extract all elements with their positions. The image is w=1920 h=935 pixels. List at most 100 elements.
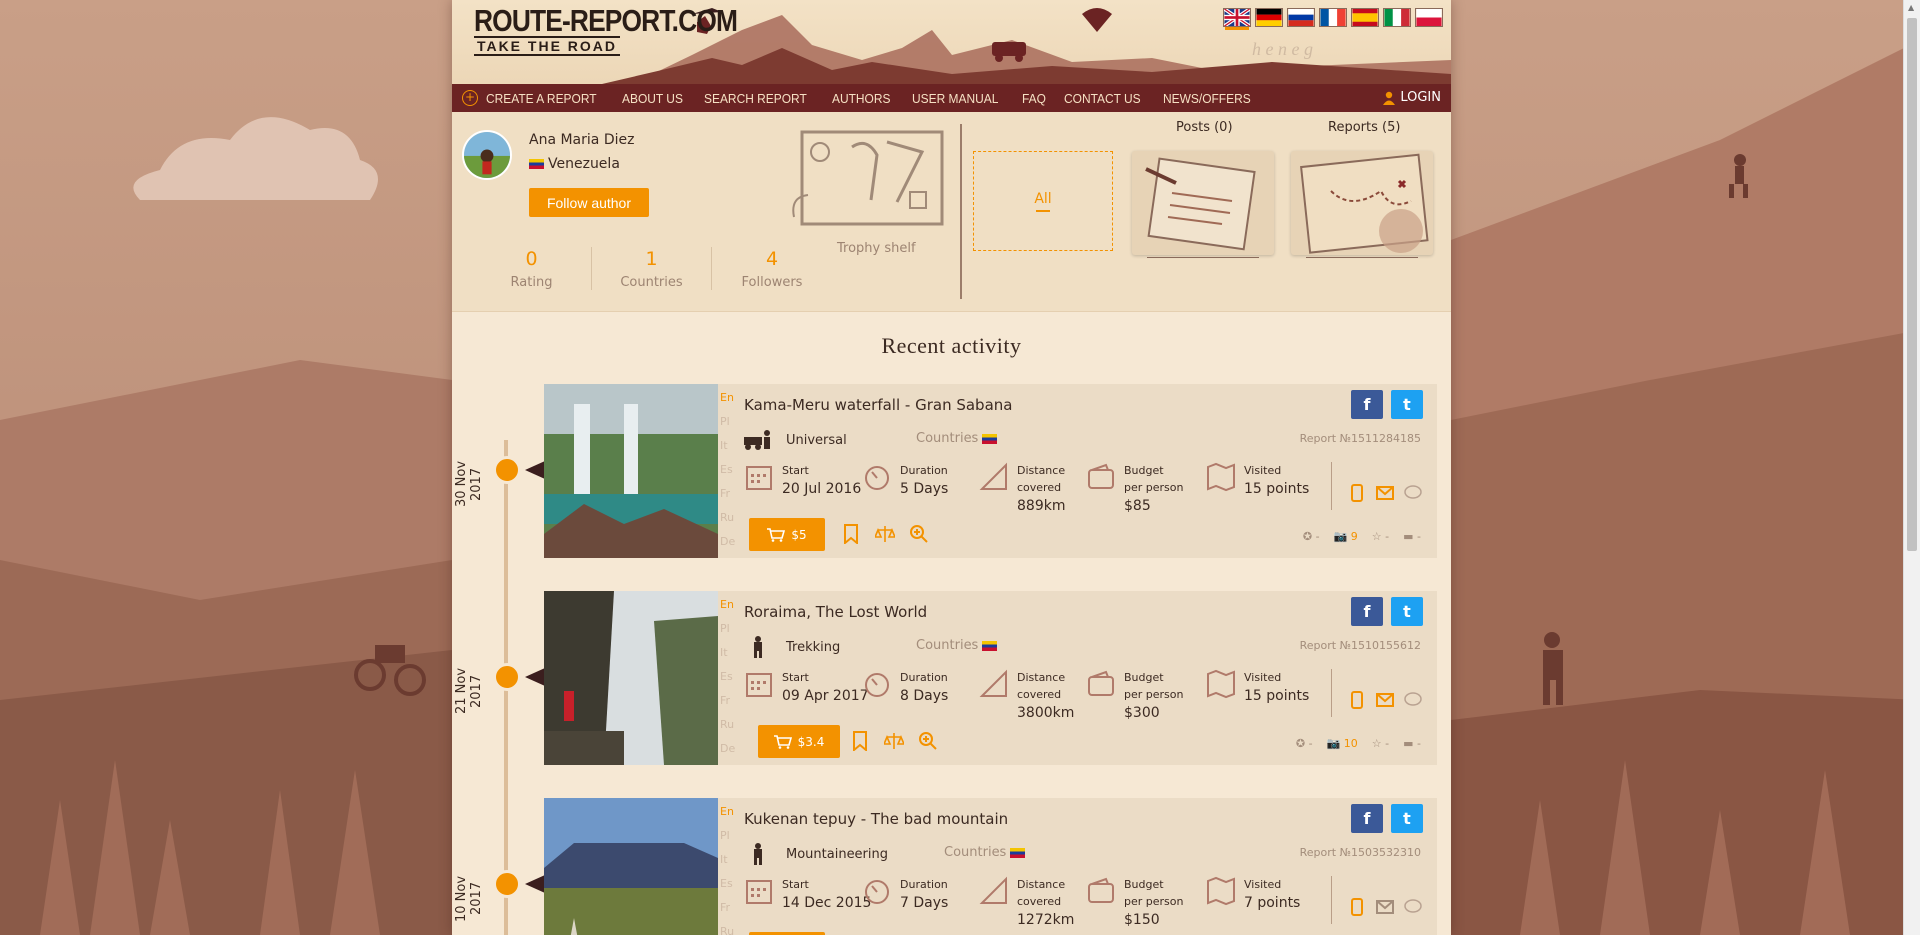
metric-label: Budget per person [1124, 671, 1184, 701]
zoom-icon[interactable] [918, 731, 938, 751]
lang-es[interactable]: Es [720, 665, 735, 689]
report-photo[interactable] [544, 591, 718, 765]
metric-label: Visited [1244, 671, 1282, 684]
mail-icon[interactable] [1376, 484, 1394, 502]
create-plus-icon[interactable]: + [462, 90, 478, 106]
metric-value: 14 Dec 2015 [782, 895, 872, 911]
tab-posts[interactable]: Posts (0) [1176, 120, 1233, 135]
compare-scales-icon[interactable] [875, 524, 895, 544]
hiker-icon [754, 843, 762, 865]
metric-value: 8 Days [900, 688, 949, 704]
facebook-share-button[interactable]: f [1351, 390, 1383, 419]
bookmark-icon[interactable] [841, 524, 861, 544]
trophy-shelf-icon[interactable] [792, 122, 962, 232]
scroll-up-icon[interactable]: ▲ [1908, 3, 1914, 12]
facebook-share-button[interactable]: f [1351, 804, 1383, 833]
lang-de[interactable]: De [720, 737, 735, 761]
site-logo[interactable]: ROUTE-REPORT.COM TAKE THE ROAD [474, 5, 784, 56]
flag-germany-icon[interactable] [1255, 8, 1283, 27]
lang-en[interactable]: En [720, 593, 735, 617]
chat-icon[interactable] [1404, 898, 1422, 916]
follow-author-button[interactable]: Follow author [529, 188, 649, 217]
phone-icon[interactable] [1348, 691, 1366, 709]
twitter-share-button[interactable]: t [1391, 390, 1423, 419]
flag-spain-icon[interactable] [1351, 8, 1379, 27]
lang-en[interactable]: En [720, 386, 735, 410]
lang-en[interactable]: En [720, 800, 734, 824]
buy-report-button[interactable]: $3.4 [758, 725, 840, 758]
lang-pl[interactable]: Pl [720, 410, 735, 434]
map-icon [1207, 462, 1235, 492]
author-avatar[interactable] [462, 130, 512, 180]
lang-ru[interactable]: Ru [720, 713, 735, 737]
nav-create-report[interactable]: CREATE A REPORT [486, 91, 597, 106]
nav-faq[interactable]: FAQ [1022, 91, 1046, 106]
stat-followers[interactable]: 4 Followers [712, 247, 832, 290]
star-counter[interactable]: ☆ - [1372, 530, 1389, 543]
report-counters: ✪ - 📷 9 ☆ - ▬ - [1303, 530, 1421, 543]
author-name: Ana Maria Diez [529, 132, 635, 148]
lang-fr[interactable]: Fr [720, 689, 735, 713]
report-card[interactable]: En Pl It Es Fr Ru De Roraima, The Lost World f… [544, 591, 1437, 765]
flag-italy-icon[interactable] [1383, 8, 1411, 27]
report-card[interactable]: En Pl It Es Fr Ru Kukenan tepuy - The bad mou… [544, 798, 1437, 935]
flag-uk-icon[interactable] [1223, 8, 1251, 27]
lang-pl[interactable]: Pl [720, 617, 735, 641]
nav-about-us[interactable]: ABOUT US [622, 91, 683, 106]
rating-counter: ✪ - [1295, 737, 1313, 750]
lang-it[interactable]: It [720, 848, 734, 872]
bookmark-icon[interactable] [850, 731, 870, 751]
login-button[interactable]: LOGIN [1382, 90, 1441, 105]
lang-it[interactable]: It [720, 641, 735, 665]
tab-all[interactable]: All [973, 151, 1113, 251]
divider [1331, 876, 1332, 924]
nav-contact-us[interactable]: CONTACT US [1064, 91, 1141, 106]
lang-es[interactable]: Es [720, 458, 735, 482]
twitter-share-button[interactable]: t [1391, 804, 1423, 833]
lang-de[interactable]: De [720, 530, 735, 554]
page-scrollbar[interactable]: ▲ [1903, 0, 1920, 935]
nav-authors[interactable]: AUTHORS [832, 91, 890, 106]
scrollbar-thumb[interactable] [1907, 18, 1917, 551]
report-title[interactable]: Roraima, The Lost World [744, 603, 927, 621]
photo-counter: 📷 9 [1333, 530, 1358, 543]
lang-es[interactable]: Es [720, 872, 734, 896]
twitter-share-button[interactable]: t [1391, 597, 1423, 626]
metric-distance: Distance covered 889km [979, 462, 1077, 516]
flag-france-icon[interactable] [1319, 8, 1347, 27]
cart-icon [773, 734, 792, 749]
lang-fr[interactable]: Fr [720, 896, 734, 920]
flag-russia-icon[interactable] [1287, 8, 1315, 27]
star-counter[interactable]: ☆ - [1372, 737, 1389, 750]
nav-news-offers[interactable]: NEWS/OFFERS [1163, 91, 1251, 106]
chat-icon[interactable] [1404, 691, 1422, 709]
tab-reports[interactable]: Reports (5) [1328, 120, 1400, 135]
lang-ru[interactable]: Ru [720, 506, 735, 530]
stat-label: Countries [620, 275, 683, 290]
phone-icon[interactable] [1348, 484, 1366, 502]
nav-user-manual[interactable]: USER MANUAL [912, 91, 998, 106]
report-photo[interactable] [544, 384, 718, 558]
compare-scales-icon[interactable] [884, 731, 904, 751]
nav-search-report[interactable]: SEARCH REPORT [704, 91, 807, 106]
mail-icon[interactable] [1376, 898, 1394, 916]
mail-icon[interactable] [1376, 691, 1394, 709]
buy-report-button[interactable]: $5 [749, 518, 825, 551]
lang-pl[interactable]: Pl [720, 824, 734, 848]
lang-ru[interactable]: Ru [720, 920, 734, 935]
posts-card[interactable] [1132, 151, 1274, 255]
zoom-icon[interactable] [909, 524, 929, 544]
chat-icon[interactable] [1404, 484, 1422, 502]
report-card[interactable]: En Pl It Es Fr Ru De Kama-Meru waterfall - Gra… [544, 384, 1437, 558]
lang-fr[interactable]: Fr [720, 482, 735, 506]
report-photo[interactable] [544, 798, 718, 935]
report-title[interactable]: Kukenan tepuy - The bad mountain [744, 810, 1008, 828]
report-title[interactable]: Kama-Meru waterfall - Gran Sabana [744, 396, 1012, 414]
flag-poland-icon[interactable] [1415, 8, 1443, 27]
wallet-icon [1088, 670, 1114, 696]
calendar-icon [746, 466, 772, 490]
facebook-share-button[interactable]: f [1351, 597, 1383, 626]
phone-icon[interactable] [1348, 898, 1366, 916]
reports-card[interactable] [1291, 151, 1433, 255]
lang-it[interactable]: It [720, 434, 735, 458]
